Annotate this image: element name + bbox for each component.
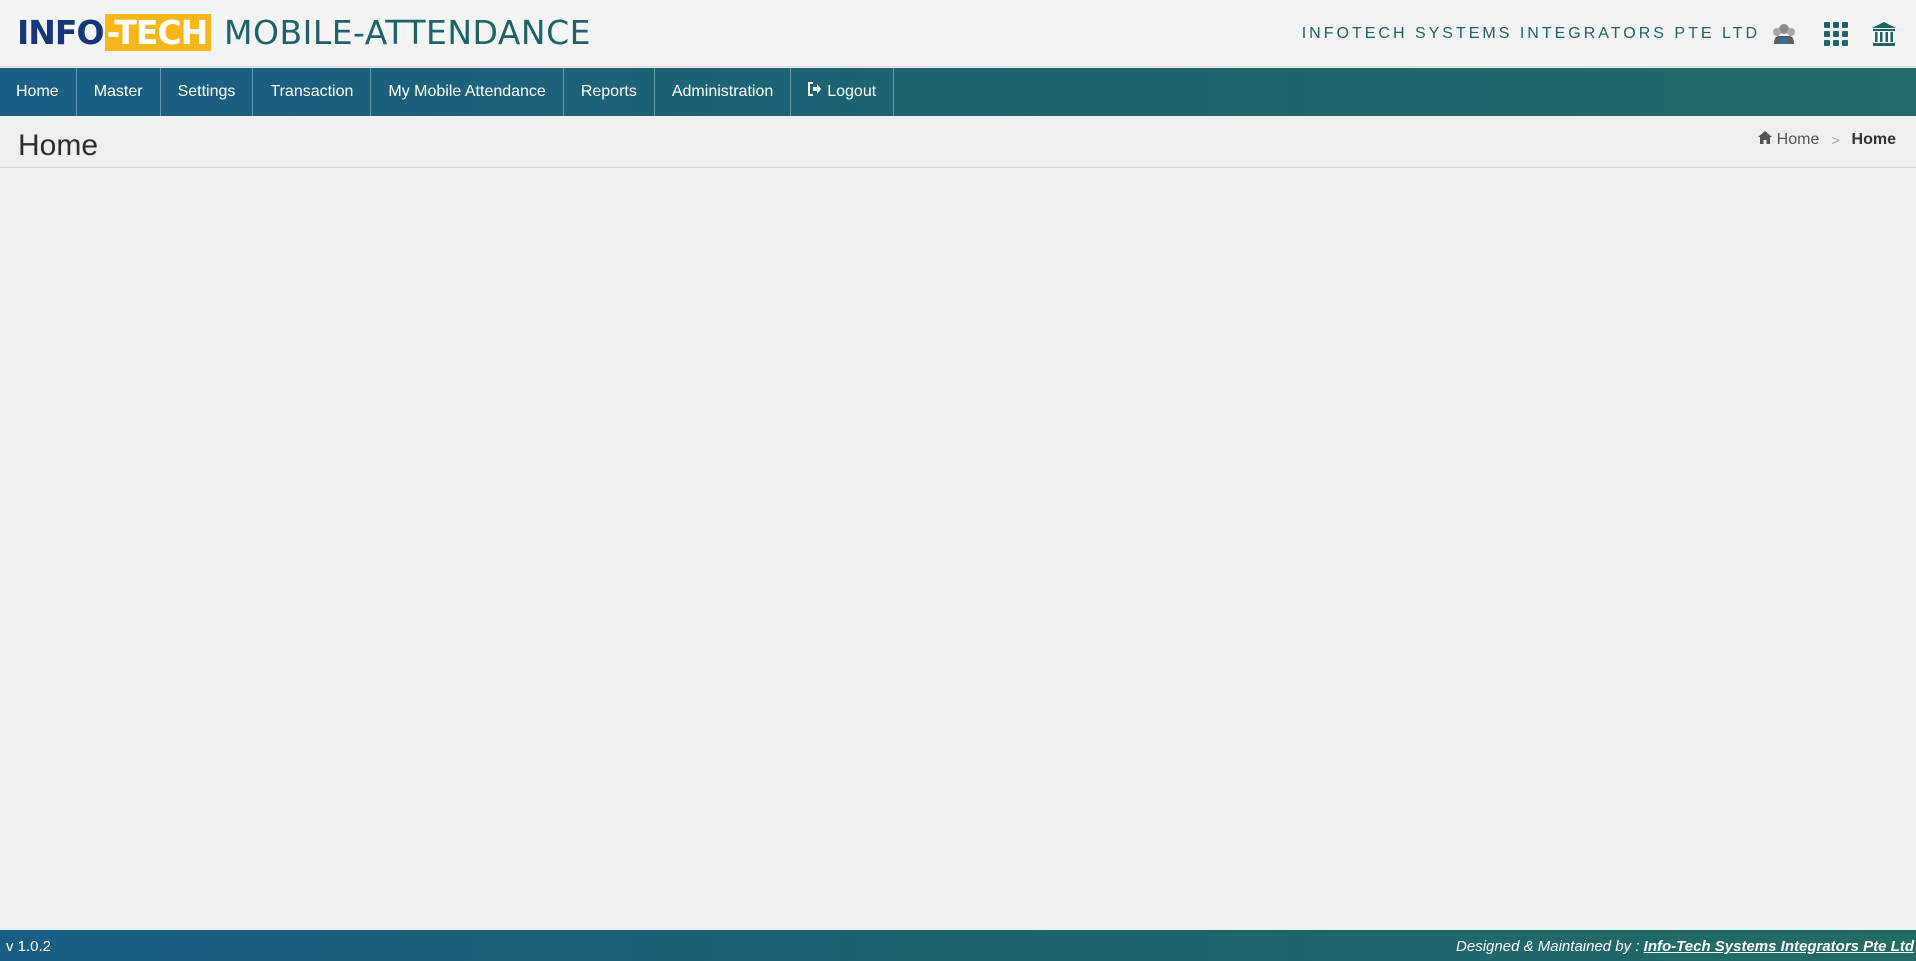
nav-item-settings[interactable]: Settings: [161, 68, 254, 116]
breadcrumb-home-link[interactable]: Home: [1757, 130, 1820, 150]
credit-prefix: Designed & Maintained by :: [1456, 938, 1644, 955]
nav-label: Logout: [827, 83, 877, 100]
nav-item-transaction[interactable]: Transaction: [253, 68, 372, 116]
nav-label: Home: [16, 83, 59, 100]
logo-info-text: INFO: [17, 13, 104, 52]
page-header: Home Home > Home: [0, 118, 1916, 168]
nav-item-home[interactable]: Home: [0, 68, 77, 116]
version-label: v 1.0.2: [6, 938, 52, 955]
chevron-right-icon: >: [1831, 132, 1840, 148]
bank-icon[interactable]: [1870, 20, 1898, 48]
apps-grid-icon[interactable]: [1822, 20, 1850, 48]
logo-tech-text: -TECH: [104, 14, 212, 51]
breadcrumb-home-label: Home: [1776, 131, 1820, 148]
nav-item-my-mobile-attendance[interactable]: My Mobile Attendance: [371, 68, 564, 116]
breadcrumb: Home > Home: [1757, 130, 1896, 150]
credit-company-link[interactable]: Info-Tech Systems Integrators Pte Ltd: [1644, 938, 1914, 955]
nav-label: Reports: [580, 83, 637, 100]
footer: v 1.0.2 Designed & Maintained by : Info-…: [0, 930, 1916, 961]
footer-credits: Designed & Maintained by : Info-Tech Sys…: [1456, 938, 1914, 956]
sign-out-icon: [808, 68, 822, 116]
main-navbar: Home Master Settings Transaction My Mobi…: [0, 68, 1916, 116]
page-title: Home: [18, 129, 99, 162]
nav-label: Administration: [671, 83, 774, 100]
nav-label: Settings: [177, 83, 236, 100]
app-title: MOBILE-ATTENDANCE: [224, 13, 592, 52]
nav-label: Master: [93, 83, 143, 100]
company-logo[interactable]: INFO -TECH: [17, 13, 212, 52]
top-header: INFO -TECH MOBILE-ATTENDANCE INFOTECH SY…: [0, 0, 1916, 67]
home-icon: [1757, 130, 1772, 150]
nav-item-master[interactable]: Master: [77, 68, 161, 116]
nav-label: Transaction: [270, 83, 354, 100]
users-icon[interactable]: [1770, 20, 1798, 48]
nav-label: My Mobile Attendance: [388, 83, 546, 100]
company-name: INFOTECH SYSTEMS INTEGRATORS PTE LTD: [1301, 25, 1760, 42]
nav-item-reports[interactable]: Reports: [564, 68, 655, 116]
breadcrumb-current: Home: [1851, 131, 1896, 148]
nav-item-administration[interactable]: Administration: [655, 68, 792, 116]
nav-item-logout[interactable]: Logout: [791, 68, 895, 116]
